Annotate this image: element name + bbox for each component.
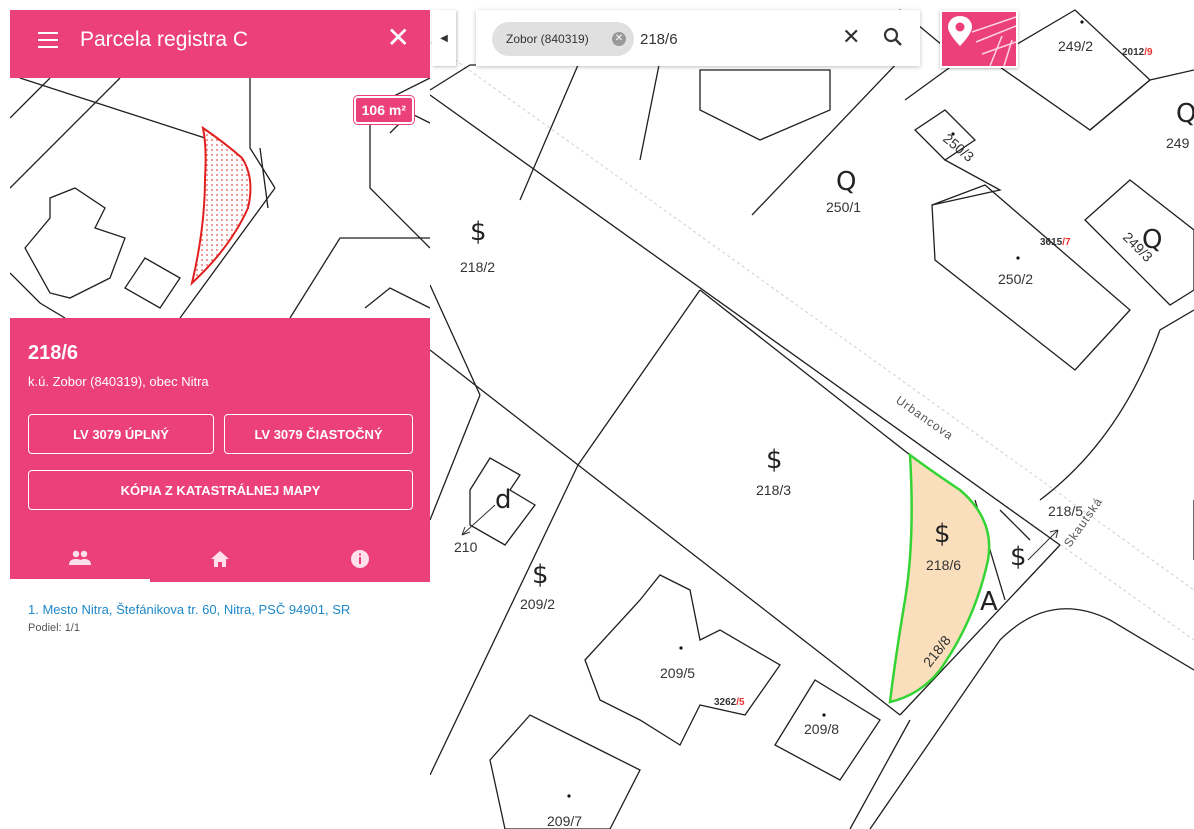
parcel-symbol: $: [532, 560, 549, 590]
boundary-line: [849, 719, 911, 829]
parcel-panel: Parcela registra C ✕ 106 m² 218/6 k.ú. Z…: [10, 10, 430, 829]
building-outline: [489, 714, 641, 829]
search-input[interactable]: [640, 26, 820, 52]
tab-building[interactable]: [150, 536, 290, 582]
tab-owners[interactable]: [10, 536, 150, 582]
parcel-symbol: d: [495, 485, 512, 515]
point-marker: [1016, 256, 1020, 260]
cadastral-area-chip[interactable]: Zobor (840319) ✕: [492, 22, 634, 56]
parcel-label: 218/6: [926, 557, 961, 573]
road-curve: [1039, 309, 1194, 501]
point-marker: [567, 794, 571, 798]
parcel-symbol: $: [766, 445, 783, 475]
close-icon[interactable]: ✕: [387, 24, 410, 52]
boundary-line: [289, 237, 430, 318]
owners-icon: [69, 550, 91, 565]
boundary-line: [751, 59, 901, 216]
parcel-info: 218/6 k.ú. Zobor (840319), obec Nitra LV…: [10, 318, 430, 582]
parcel-label: 209/8: [804, 721, 839, 737]
point-marker: [679, 646, 683, 650]
chip-remove-icon[interactable]: ✕: [612, 32, 626, 46]
parcel-label: 210: [454, 539, 478, 555]
boundary-line: [10, 78, 121, 189]
boundary-line: [364, 287, 430, 309]
house-icon: [211, 551, 229, 567]
search-icon[interactable]: [882, 26, 904, 48]
building-outline: [124, 257, 181, 309]
parcel-symbol: $: [934, 519, 951, 549]
parcel-symbol: $: [470, 217, 487, 247]
parcel-highlight: [190, 125, 252, 286]
collapse-panel-button[interactable]: ◀: [432, 10, 456, 66]
parcel-label: 209/2: [520, 596, 555, 612]
boundary-line: [577, 289, 701, 466]
lv-full-button[interactable]: LV 3079 ÚPLNÝ: [28, 414, 214, 454]
menu-icon[interactable]: [38, 32, 58, 48]
parcel-symbol: A: [980, 587, 998, 617]
parcel-label: 218/2: [460, 259, 495, 275]
owner-entry[interactable]: 1. Mesto Nitra, Štefánikova tr. 60, Nitr…: [28, 602, 350, 617]
parcel-label: 209/7: [547, 813, 582, 829]
parcel-location: k.ú. Zobor (840319), obec Nitra: [28, 374, 209, 389]
boundary-line: [19, 78, 206, 139]
area-badge: 106 m²: [353, 96, 414, 124]
boundary-line: [429, 64, 578, 91]
building-number: 2012/9: [1122, 47, 1153, 58]
street-name: Urbancova: [893, 393, 956, 443]
boundary-line: [429, 349, 901, 716]
search-bar: Zobor (840319) ✕ ✕: [476, 10, 920, 66]
parcel-symbol: Q: [836, 167, 856, 197]
copy-map-button[interactable]: KÓPIA Z KATASTRÁLNEJ MAPY: [28, 470, 413, 510]
parcel-symbol: $: [1010, 542, 1027, 572]
lv-partial-button[interactable]: LV 3079 ČIASTOČNÝ: [224, 414, 413, 454]
panel-title: Parcela registra C: [80, 28, 249, 51]
building-number: 3615/7: [1040, 237, 1071, 248]
boundary-line: [429, 394, 481, 521]
chevron-left-icon: ◀: [440, 32, 448, 44]
parcel-symbol: Q: [1176, 99, 1194, 129]
parcel-label: 218/3: [756, 482, 791, 498]
parcel-number: 218/6: [28, 342, 79, 364]
boundary-line: [369, 108, 430, 249]
boundary-line: [639, 59, 661, 161]
parcel-label: 209/5: [660, 665, 695, 681]
parcel-thumbnail: 106 m²: [10, 78, 430, 318]
building-outline: [584, 574, 781, 746]
building-outline: [24, 187, 126, 299]
boundary-line: [699, 289, 911, 456]
boundary-line: [429, 284, 481, 396]
parcel-label: 249/2: [1058, 38, 1093, 54]
boundary-line: [999, 509, 1031, 541]
clear-search-icon[interactable]: ✕: [842, 24, 860, 50]
point-marker: [1080, 20, 1084, 24]
building-number: 3262/5: [714, 697, 745, 708]
map-layer-button[interactable]: [940, 10, 1018, 68]
parcel-label: 249: [1166, 135, 1190, 151]
point-marker: [951, 132, 955, 136]
parcel-label: 250/1: [826, 199, 861, 215]
selected-parcel-outline[interactable]: [888, 452, 991, 704]
boundary-line: [10, 272, 66, 318]
map-layer-icon: [948, 16, 1016, 66]
tab-info[interactable]: [290, 536, 430, 582]
boundary-line: [10, 78, 51, 119]
boundary-line: [259, 147, 269, 209]
panel-header: Parcela registra C ✕: [10, 10, 430, 78]
building-outline: [699, 69, 831, 141]
owner-share: Podiel: 1/1: [28, 622, 80, 634]
point-marker: [822, 713, 826, 717]
chip-label: Zobor (840319): [506, 32, 589, 46]
arrow-218-5: [1027, 529, 1059, 561]
info-icon: [351, 550, 369, 568]
parcel-label: 250/2: [998, 271, 1033, 287]
boundary-line: [931, 159, 1002, 206]
